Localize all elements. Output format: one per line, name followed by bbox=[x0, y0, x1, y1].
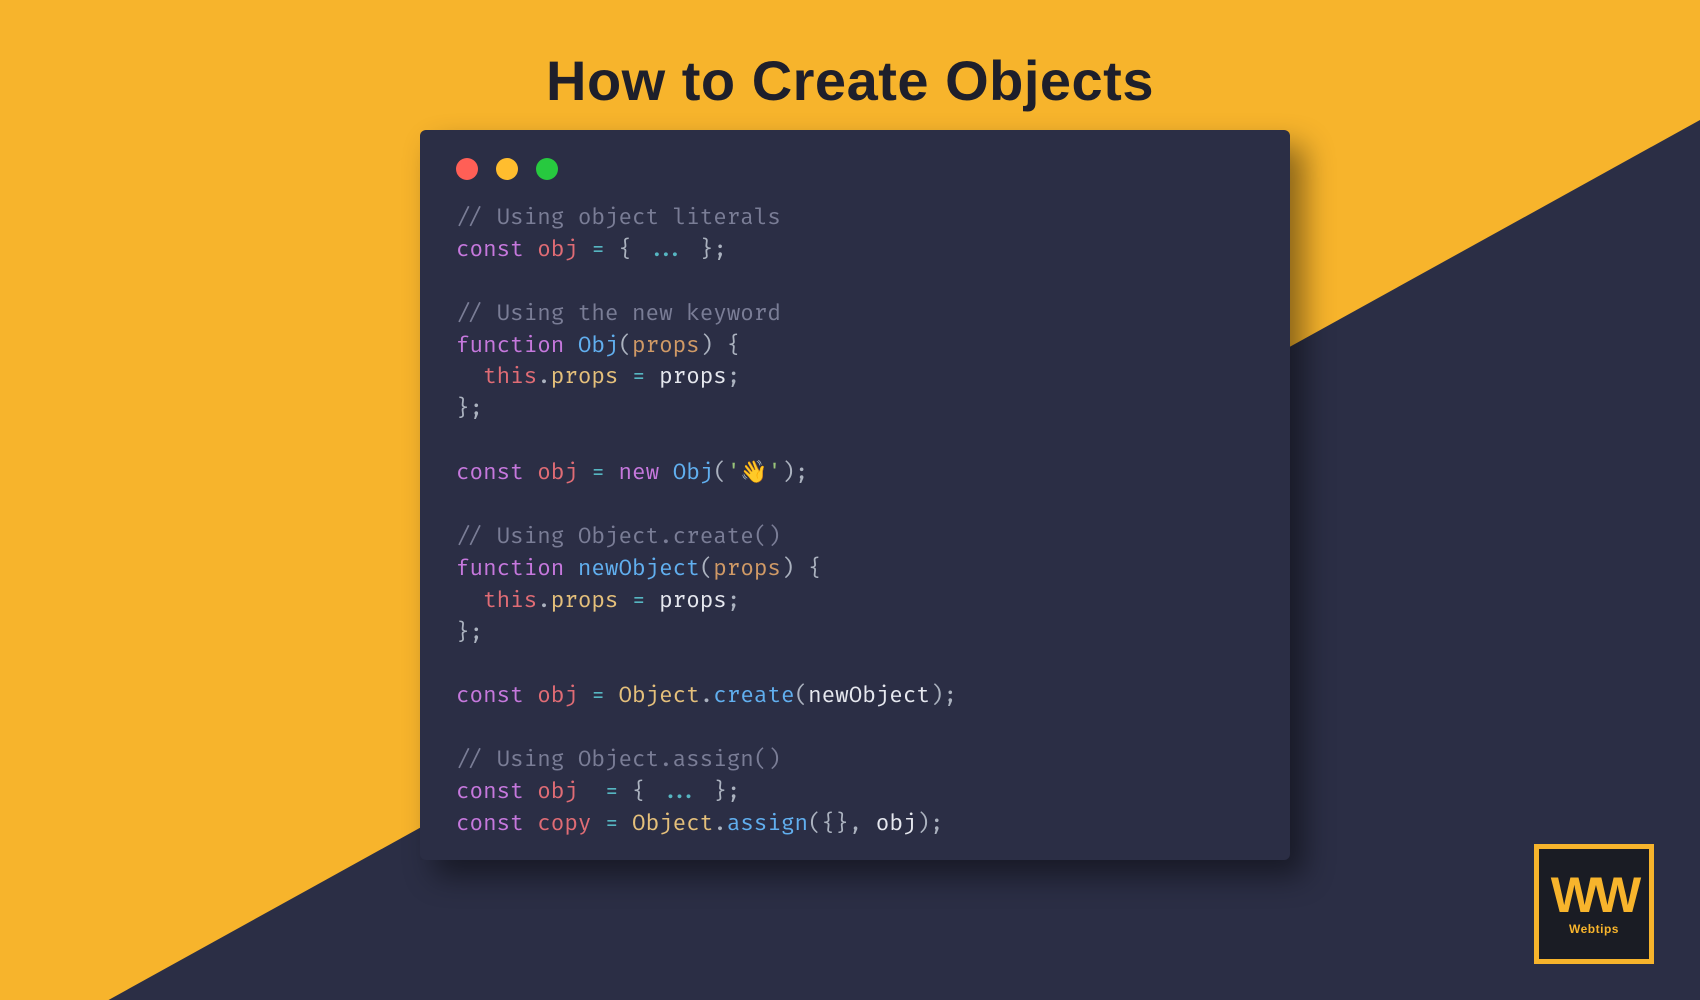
stage: How to Create Objects // Using object li… bbox=[0, 0, 1700, 1000]
close-icon bbox=[456, 158, 478, 180]
window-traffic-lights bbox=[456, 158, 1254, 180]
minimize-icon bbox=[496, 158, 518, 180]
zoom-icon bbox=[536, 158, 558, 180]
code-snippet: // Using object literals const obj = { .… bbox=[456, 202, 1254, 840]
brand-label: Webtips bbox=[1569, 922, 1619, 936]
page-title: How to Create Objects bbox=[0, 48, 1700, 113]
brand-mark: WW bbox=[1551, 873, 1637, 918]
code-window: // Using object literals const obj = { .… bbox=[420, 130, 1290, 860]
brand-badge: WW Webtips bbox=[1534, 844, 1654, 964]
